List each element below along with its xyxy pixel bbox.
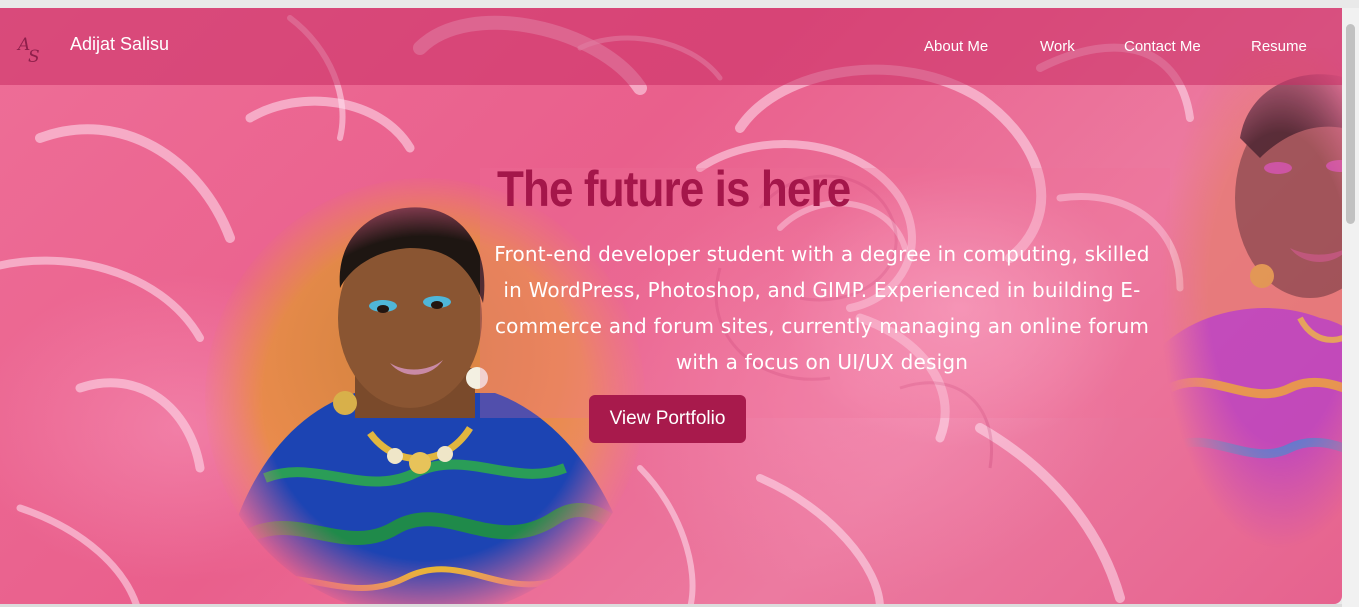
page-scrollbar[interactable]: [1342, 8, 1359, 607]
nav-link-resume[interactable]: Resume: [1251, 38, 1307, 55]
nav-link-contact-me[interactable]: Contact Me: [1124, 38, 1201, 55]
hero-title: The future is here: [497, 161, 851, 217]
view-portfolio-button[interactable]: View Portfolio: [589, 395, 746, 443]
top-navbar: A S Adijat Salisu About Me Work Contact …: [0, 8, 1342, 85]
nav-link-work[interactable]: Work: [1040, 38, 1075, 55]
profile-photo-faded: [1150, 48, 1342, 548]
scrollbar-thumb[interactable]: [1346, 24, 1355, 224]
nav-link-about-me[interactable]: About Me: [924, 38, 988, 55]
site-brand-name[interactable]: Adijat Salisu: [70, 34, 169, 55]
monogram-logo-icon[interactable]: A S: [16, 32, 48, 66]
svg-text:S: S: [28, 47, 40, 66]
hero-section: A S Adijat Salisu About Me Work Contact …: [0, 8, 1342, 604]
hero-description: Front-end developer student with a degre…: [494, 242, 1150, 374]
